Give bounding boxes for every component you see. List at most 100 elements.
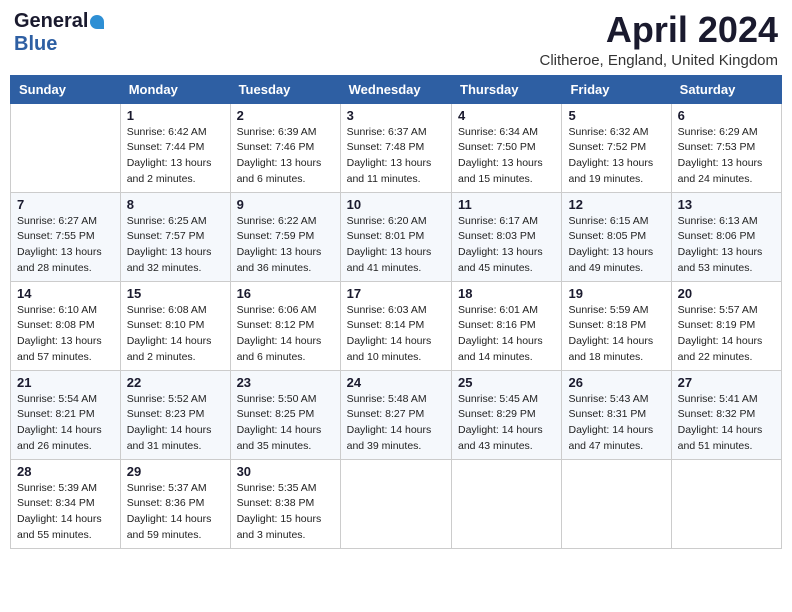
- calendar-table: SundayMondayTuesdayWednesdayThursdayFrid…: [10, 75, 782, 549]
- day-number: 2: [237, 108, 334, 123]
- calendar-cell: [11, 103, 121, 192]
- day-number: 4: [458, 108, 555, 123]
- day-detail: Sunrise: 6:08 AMSunset: 8:10 PMDaylight:…: [127, 303, 224, 366]
- day-number: 9: [237, 197, 334, 212]
- day-number: 17: [347, 286, 445, 301]
- header-thursday: Thursday: [452, 75, 562, 103]
- calendar-cell: 25Sunrise: 5:45 AMSunset: 8:29 PMDayligh…: [452, 370, 562, 459]
- calendar-cell: 3 Sunrise: 6:37 AMSunset: 7:48 PMDaylight…: [340, 103, 451, 192]
- day-detail: Sunrise: 6:03 AMSunset: 8:14 PMDaylight:…: [347, 303, 445, 366]
- day-detail: Sunrise: 6:17 AMSunset: 8:03 PMDaylight:…: [458, 214, 555, 277]
- day-number: 24: [347, 375, 445, 390]
- month-title: April 2024: [540, 10, 778, 50]
- day-number: 21: [17, 375, 114, 390]
- calendar-cell: 24 Sunrise: 5:48 AMSunset: 8:27 PMDayligh…: [340, 370, 451, 459]
- day-number: 7: [17, 197, 114, 212]
- day-detail: Sunrise: 5:52 AMSunset: 8:23 PMDaylight:…: [127, 392, 224, 455]
- header-sunday: Sunday: [11, 75, 121, 103]
- day-detail: Sunrise: 6:34 AMSunset: 7:50 PMDaylight:…: [458, 125, 555, 188]
- day-number: 3: [347, 108, 445, 123]
- day-detail: Sunrise: 6:25 AMSunset: 7:57 PMDaylight:…: [127, 214, 224, 277]
- day-number: 20: [678, 286, 775, 301]
- calendar-cell: [671, 459, 781, 548]
- day-detail: Sunrise: 6:13 AMSunset: 8:06 PMDaylight:…: [678, 214, 775, 277]
- calendar-cell: 21Sunrise: 5:54 AMSunset: 8:21 PMDayligh…: [11, 370, 121, 459]
- day-number: 10: [347, 197, 445, 212]
- day-detail: Sunrise: 5:50 AMSunset: 8:25 PMDaylight:…: [237, 392, 334, 455]
- day-number: 15: [127, 286, 224, 301]
- calendar-cell: 27 Sunrise: 5:41 AMSunset: 8:32 PMDayligh…: [671, 370, 781, 459]
- header-tuesday: Tuesday: [230, 75, 340, 103]
- day-detail: Sunrise: 5:39 AMSunset: 8:34 PMDaylight:…: [17, 481, 114, 544]
- day-number: 28: [17, 464, 114, 479]
- calendar-cell: 30Sunrise: 5:35 AMSunset: 8:38 PMDayligh…: [230, 459, 340, 548]
- header-wednesday: Wednesday: [340, 75, 451, 103]
- day-detail: Sunrise: 6:06 AMSunset: 8:12 PMDaylight:…: [237, 303, 334, 366]
- calendar-cell: 18 Sunrise: 6:01 AMSunset: 8:16 PMDayligh…: [452, 281, 562, 370]
- calendar-week-row: 14Sunrise: 6:10 AMSunset: 8:08 PMDayligh…: [11, 281, 782, 370]
- calendar-cell: 26 Sunrise: 5:43 AMSunset: 8:31 PMDayligh…: [562, 370, 671, 459]
- day-number: 18: [458, 286, 555, 301]
- day-detail: Sunrise: 6:22 AMSunset: 7:59 PMDaylight:…: [237, 214, 334, 277]
- calendar-cell: 29 Sunrise: 5:37 AMSunset: 8:36 PMDayligh…: [120, 459, 230, 548]
- calendar-cell: 28 Sunrise: 5:39 AMSunset: 8:34 PMDayligh…: [11, 459, 121, 548]
- day-detail: Sunrise: 5:41 AMSunset: 8:32 PMDaylight:…: [678, 392, 775, 455]
- calendar-cell: [452, 459, 562, 548]
- logo: General Blue: [14, 10, 104, 56]
- day-number: 29: [127, 464, 224, 479]
- calendar-cell: 14Sunrise: 6:10 AMSunset: 8:08 PMDayligh…: [11, 281, 121, 370]
- calendar-cell: [340, 459, 451, 548]
- day-number: 13: [678, 197, 775, 212]
- day-detail: Sunrise: 6:01 AMSunset: 8:16 PMDaylight:…: [458, 303, 555, 366]
- calendar-week-row: 1Sunrise: 6:42 AMSunset: 7:44 PMDaylight…: [11, 103, 782, 192]
- logo-icon: [90, 15, 104, 29]
- day-detail: Sunrise: 6:15 AMSunset: 8:05 PMDaylight:…: [568, 214, 664, 277]
- calendar-cell: 8 Sunrise: 6:25 AMSunset: 7:57 PMDaylight…: [120, 192, 230, 281]
- day-number: 19: [568, 286, 664, 301]
- calendar-cell: 7 Sunrise: 6:27 AMSunset: 7:55 PMDaylight…: [11, 192, 121, 281]
- calendar-cell: 1Sunrise: 6:42 AMSunset: 7:44 PMDaylight…: [120, 103, 230, 192]
- calendar-cell: 22 Sunrise: 5:52 AMSunset: 8:23 PMDayligh…: [120, 370, 230, 459]
- calendar-cell: 10Sunrise: 6:20 AMSunset: 8:01 PMDayligh…: [340, 192, 451, 281]
- calendar-week-row: 7 Sunrise: 6:27 AMSunset: 7:55 PMDaylight…: [11, 192, 782, 281]
- calendar-cell: 13 Sunrise: 6:13 AMSunset: 8:06 PMDayligh…: [671, 192, 781, 281]
- day-number: 8: [127, 197, 224, 212]
- calendar-cell: 11 Sunrise: 6:17 AMSunset: 8:03 PMDayligh…: [452, 192, 562, 281]
- day-detail: Sunrise: 6:27 AMSunset: 7:55 PMDaylight:…: [17, 214, 114, 277]
- day-detail: Sunrise: 6:39 AMSunset: 7:46 PMDaylight:…: [237, 125, 334, 188]
- header-saturday: Saturday: [671, 75, 781, 103]
- day-number: 26: [568, 375, 664, 390]
- day-detail: Sunrise: 5:57 AMSunset: 8:19 PMDaylight:…: [678, 303, 775, 366]
- day-number: 27: [678, 375, 775, 390]
- day-number: 5: [568, 108, 664, 123]
- calendar-cell: 4 Sunrise: 6:34 AMSunset: 7:50 PMDaylight…: [452, 103, 562, 192]
- calendar-cell: [562, 459, 671, 548]
- day-number: 11: [458, 197, 555, 212]
- day-detail: Sunrise: 6:37 AMSunset: 7:48 PMDaylight:…: [347, 125, 445, 188]
- logo-blue: Blue: [14, 33, 57, 55]
- calendar-week-row: 21Sunrise: 5:54 AMSunset: 8:21 PMDayligh…: [11, 370, 782, 459]
- day-detail: Sunrise: 6:32 AMSunset: 7:52 PMDaylight:…: [568, 125, 664, 188]
- header-friday: Friday: [562, 75, 671, 103]
- day-number: 12: [568, 197, 664, 212]
- calendar-cell: 16 Sunrise: 6:06 AMSunset: 8:12 PMDayligh…: [230, 281, 340, 370]
- calendar-cell: 15 Sunrise: 6:08 AMSunset: 8:10 PMDayligh…: [120, 281, 230, 370]
- calendar-week-row: 28 Sunrise: 5:39 AMSunset: 8:34 PMDayligh…: [11, 459, 782, 548]
- location: Clitheroe, England, United Kingdom: [540, 52, 778, 69]
- day-number: 1: [127, 108, 224, 123]
- day-detail: Sunrise: 5:37 AMSunset: 8:36 PMDaylight:…: [127, 481, 224, 544]
- calendar-cell: 12 Sunrise: 6:15 AMSunset: 8:05 PMDayligh…: [562, 192, 671, 281]
- day-number: 23: [237, 375, 334, 390]
- calendar-cell: 17 Sunrise: 6:03 AMSunset: 8:14 PMDayligh…: [340, 281, 451, 370]
- page-header: General Blue April 2024 Clitheroe, Engla…: [10, 10, 782, 69]
- day-number: 22: [127, 375, 224, 390]
- day-detail: Sunrise: 5:45 AMSunset: 8:29 PMDaylight:…: [458, 392, 555, 455]
- calendar-cell: 6Sunrise: 6:29 AMSunset: 7:53 PMDaylight…: [671, 103, 781, 192]
- day-detail: Sunrise: 6:29 AMSunset: 7:53 PMDaylight:…: [678, 125, 775, 188]
- day-detail: Sunrise: 5:48 AMSunset: 8:27 PMDaylight:…: [347, 392, 445, 455]
- day-detail: Sunrise: 5:43 AMSunset: 8:31 PMDaylight:…: [568, 392, 664, 455]
- calendar-cell: 9 Sunrise: 6:22 AMSunset: 7:59 PMDaylight…: [230, 192, 340, 281]
- calendar-cell: 5 Sunrise: 6:32 AMSunset: 7:52 PMDaylight…: [562, 103, 671, 192]
- header-monday: Monday: [120, 75, 230, 103]
- day-number: 16: [237, 286, 334, 301]
